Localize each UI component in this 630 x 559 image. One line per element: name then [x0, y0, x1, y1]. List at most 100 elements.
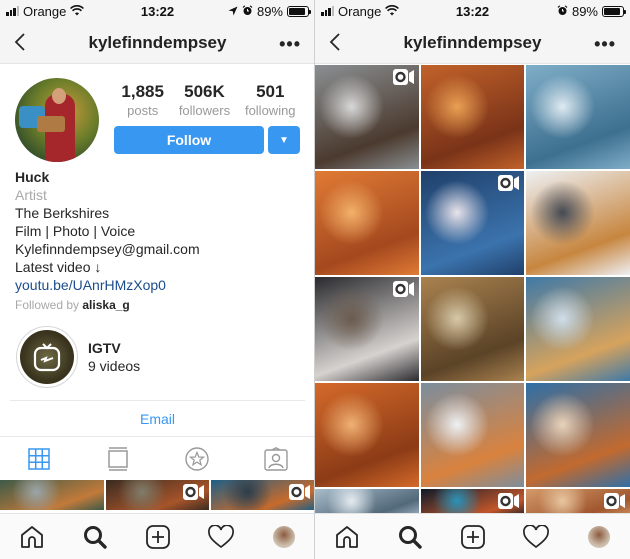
igtv-ring — [16, 326, 78, 388]
add-post-tab[interactable] — [459, 523, 487, 551]
alarm-icon — [557, 4, 568, 19]
igtv-highlight[interactable]: IGTV 9 videos — [0, 314, 315, 388]
followed-by-prefix: Followed by — [15, 298, 80, 312]
tab-tagged[interactable] — [262, 445, 290, 473]
battery-percent: 89% — [571, 3, 598, 19]
follow-button[interactable]: Follow — [114, 126, 264, 154]
followers-label: followers — [178, 103, 231, 118]
igtv-icon — [33, 343, 61, 372]
profile-avatar-icon — [587, 525, 610, 548]
home-tab[interactable] — [18, 523, 46, 551]
profile-tab[interactable] — [270, 523, 298, 551]
post-thumbnail[interactable] — [315, 277, 419, 381]
heart-icon — [207, 524, 234, 548]
activity-tab[interactable] — [207, 523, 235, 551]
status-bar: Orange 13:22 89% — [0, 0, 315, 22]
video-icon — [498, 493, 520, 514]
profile-username: kylefinndempsey — [403, 32, 542, 52]
bio-line: Film | Photo | Voice — [15, 223, 136, 239]
post-thumbnail[interactable] — [420, 277, 525, 381]
profile-stats: 1,885 posts 506K followers 501 following — [114, 82, 315, 118]
search-tab[interactable] — [81, 523, 109, 551]
profile-header: 1,885 posts 506K followers 501 following Fo… — [0, 64, 315, 162]
post-thumbnail[interactable] — [0, 480, 104, 510]
signal-icon — [6, 6, 19, 16]
profile-avatar-icon — [272, 525, 295, 548]
post-thumbnail[interactable] — [315, 171, 419, 275]
battery-icon — [602, 5, 626, 17]
post-thumbnail[interactable] — [526, 65, 630, 169]
search-icon — [83, 525, 107, 549]
chevron-left-icon — [329, 33, 340, 51]
followed-by[interactable]: Followed by aliska_g — [15, 296, 300, 314]
suggestions-dropdown-button[interactable]: ▼ — [268, 126, 300, 154]
post-thumbnail[interactable] — [420, 65, 525, 169]
post-grid — [0, 480, 315, 510]
profile-username: kylefinndempsey — [88, 32, 227, 52]
followed-by-user: aliska_g — [82, 298, 130, 312]
tab-feed[interactable] — [104, 445, 132, 473]
igtv-title: IGTV — [88, 340, 121, 356]
bio-link[interactable]: youtu.be/UAnrHMzXop0 — [15, 276, 300, 294]
tab-saved[interactable] — [183, 445, 211, 473]
add-post-icon — [145, 524, 170, 549]
back-button[interactable] — [12, 31, 32, 53]
video-icon — [288, 484, 311, 505]
heart-icon — [522, 524, 549, 548]
wifi-icon — [70, 4, 85, 19]
chevron-left-icon — [14, 33, 25, 51]
post-thumbnail[interactable] — [420, 383, 525, 487]
carrier-label: Orange — [338, 3, 382, 19]
profile-avatar[interactable] — [15, 78, 99, 162]
profile-tab[interactable] — [585, 523, 613, 551]
clock: 13:22 — [455, 3, 490, 19]
status-bar: Orange 13:22 89% — [315, 0, 630, 22]
followers-count: 506K — [184, 82, 225, 101]
posts-count: 1,885 — [121, 82, 164, 101]
activity-tab[interactable] — [522, 523, 550, 551]
post-thumbnail[interactable] — [315, 383, 419, 487]
post-thumbnail[interactable] — [315, 65, 419, 169]
category-label: Artist — [15, 187, 47, 203]
tab-grid[interactable] — [25, 445, 53, 473]
email-button[interactable]: Email — [0, 401, 315, 436]
more-options-button[interactable]: ••• — [279, 34, 301, 55]
display-name: Huck — [15, 169, 50, 185]
battery-percent: 89% — [256, 3, 283, 19]
clock: 13:22 — [140, 3, 175, 19]
stat-posts[interactable]: 1,885 posts — [121, 82, 164, 118]
home-tab[interactable] — [333, 523, 361, 551]
home-icon — [335, 525, 358, 548]
stat-following[interactable]: 501 following — [245, 82, 296, 118]
video-icon — [392, 69, 415, 90]
post-thumbnail[interactable] — [526, 171, 630, 275]
profile-screen: Orange 13:22 89% kylefinndempsey ••• 1,8… — [0, 0, 315, 559]
post-grid — [315, 65, 630, 487]
add-post-tab[interactable] — [144, 523, 172, 551]
video-icon — [392, 281, 415, 302]
stat-followers[interactable]: 506K followers — [179, 82, 230, 118]
feed-icon — [108, 446, 128, 471]
post-thumbnail[interactable] — [526, 383, 630, 487]
tagged-icon — [263, 446, 288, 471]
add-post-icon — [460, 524, 485, 549]
following-label: following — [244, 103, 296, 118]
video-icon — [498, 175, 520, 196]
post-thumbnail[interactable] — [526, 277, 630, 381]
post-thumbnail[interactable] — [420, 171, 525, 275]
alarm-icon — [242, 4, 253, 19]
more-options-button[interactable]: ••• — [594, 34, 616, 55]
profile-grid-screen: Orange 13:22 89% kylefinndempsey ••• — [315, 0, 630, 559]
carrier-label: Orange — [23, 3, 67, 19]
post-thumbnail[interactable] — [105, 480, 210, 510]
bio-line: Latest video ↓ — [15, 259, 102, 275]
search-icon — [398, 525, 422, 549]
igtv-count: 9 videos — [88, 358, 141, 374]
bottom-tab-bar — [0, 513, 315, 559]
posts-label: posts — [127, 103, 159, 118]
wifi-icon — [385, 4, 400, 19]
signal-icon — [321, 6, 334, 16]
post-thumbnail[interactable] — [211, 480, 315, 510]
back-button[interactable] — [327, 31, 347, 53]
search-tab[interactable] — [396, 523, 424, 551]
